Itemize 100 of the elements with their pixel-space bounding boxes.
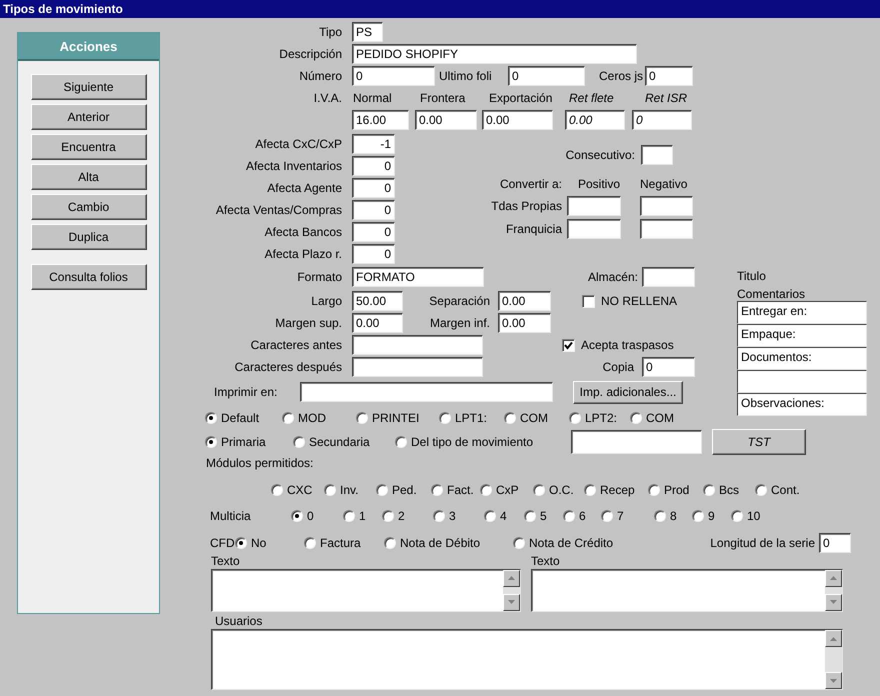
radio-indicator[interactable] [324,484,336,496]
comment-row[interactable]: Empaque: [737,324,867,347]
radio-indicator[interactable] [533,484,545,496]
input-field[interactable]: 0 [352,156,395,176]
radio-indicator[interactable] [282,412,294,424]
input-field[interactable]: 0 [632,110,692,130]
input-field[interactable]: 0 [508,66,585,86]
radio-indicator[interactable] [395,436,407,448]
radio-button[interactable]: Nota de Crédito [513,536,614,550]
radio-button[interactable]: 6 [563,509,586,523]
radio-indicator[interactable] [654,510,666,522]
radio-indicator[interactable] [731,510,743,522]
radio-indicator[interactable] [304,537,316,549]
radio-button[interactable]: 1 [343,509,366,523]
radio-button[interactable]: Inv. [324,483,358,497]
radio-button[interactable]: 4 [484,509,507,523]
input-field[interactable]: 0 [352,222,395,242]
radio-indicator[interactable] [524,510,536,522]
input-field[interactable] [640,196,693,216]
input-field[interactable]: 16.00 [352,110,409,130]
radio-button[interactable]: LPT1: [439,411,488,425]
radio-button[interactable]: COM [630,411,674,425]
input-field[interactable]: -1 [352,134,395,154]
radio-indicator[interactable] [205,412,217,424]
radio-indicator[interactable] [356,412,368,424]
input-field[interactable] [567,196,621,216]
action-button[interactable]: Duplica [30,224,146,250]
radio-button[interactable]: Default [205,411,260,425]
radio-button[interactable]: LPT2: [569,411,618,425]
radio-indicator[interactable] [484,510,496,522]
input-field[interactable]: 0.00 [565,110,625,130]
input-field[interactable]: 0 [645,66,693,86]
input-field[interactable]: PEDIDO SHOPIFY [352,44,637,64]
action-button[interactable]: Siguiente [30,74,146,100]
radio-indicator[interactable] [513,537,525,549]
text-area[interactable] [211,568,521,612]
radio-indicator[interactable] [703,484,715,496]
input-field[interactable] [352,357,483,377]
input-field[interactable] [640,218,693,238]
scroll-down-button[interactable] [825,672,842,689]
input-field[interactable]: 50.00 [352,291,403,311]
radio-button[interactable]: Del tipo de movimiento [395,435,534,449]
radio-indicator[interactable] [343,510,355,522]
scroll-down-button[interactable] [825,594,842,610]
radio-button[interactable]: No [235,536,266,550]
radio-indicator[interactable] [630,412,642,424]
radio-button[interactable]: CXC [271,483,312,497]
scroll-up-button[interactable] [503,570,520,586]
radio-button[interactable]: Factura [304,536,361,550]
radio-indicator[interactable] [569,412,581,424]
comment-row[interactable] [737,370,867,393]
radio-button[interactable]: Bcs [703,483,740,497]
radio-indicator[interactable] [431,484,443,496]
input-field[interactable] [352,335,483,355]
radio-button[interactable]: Fact. [431,483,474,497]
input-field[interactable]: 0.00 [498,313,551,333]
radio-indicator[interactable] [205,436,217,448]
action-button[interactable]: Alta [30,164,146,190]
radio-indicator[interactable] [755,484,767,496]
scroll-down-button[interactable] [503,594,520,610]
radio-button[interactable]: 3 [433,509,456,523]
radio-button[interactable]: Cont. [755,483,800,497]
radio-button[interactable]: 2 [382,509,405,523]
input-field[interactable]: 0 [352,200,395,220]
comment-row[interactable]: Observaciones: [737,393,867,416]
radio-indicator[interactable] [480,484,492,496]
imp-adicionales-button[interactable]: Imp. adicionales... [573,380,683,404]
input-field[interactable]: 0.00 [415,110,477,130]
radio-button[interactable]: 5 [524,509,547,523]
radio-button[interactable]: Primaria [205,435,266,449]
radio-button[interactable]: Secundaria [293,435,370,449]
radio-button[interactable]: Ped. [376,483,417,497]
radio-button[interactable]: CxP [480,483,519,497]
scroll-up-button[interactable] [825,570,842,586]
checkbox[interactable]: Acepta traspasos [562,338,674,352]
radio-indicator[interactable] [692,510,704,522]
text-area[interactable] [531,568,843,612]
radio-indicator[interactable] [433,510,445,522]
radio-indicator[interactable] [384,537,396,549]
input-field[interactable]: 0 [352,244,395,264]
radio-button[interactable]: 7 [601,509,624,523]
input-field[interactable] [641,145,673,165]
radio-indicator[interactable] [439,412,451,424]
action-button[interactable]: Cambio [30,194,146,220]
input-field[interactable]: 0.00 [352,313,403,333]
input-field[interactable]: PS [352,22,383,42]
radio-button[interactable]: Nota de Débito [384,536,480,550]
radio-button[interactable]: 8 [654,509,677,523]
radio-indicator[interactable] [601,510,613,522]
action-button[interactable]: Encuentra [30,134,146,160]
radio-button[interactable]: MOD [282,411,326,425]
input-field[interactable]: 0.00 [498,291,551,311]
input-field[interactable]: FORMATO [352,267,484,287]
radio-button[interactable]: Recep [584,483,635,497]
radio-indicator[interactable] [376,484,388,496]
radio-indicator[interactable] [584,484,596,496]
input-field[interactable]: 0.00 [482,110,553,130]
comment-row[interactable]: Documentos: [737,347,867,370]
action-button[interactable]: Anterior [30,104,146,130]
radio-button[interactable]: Prod [648,483,690,497]
